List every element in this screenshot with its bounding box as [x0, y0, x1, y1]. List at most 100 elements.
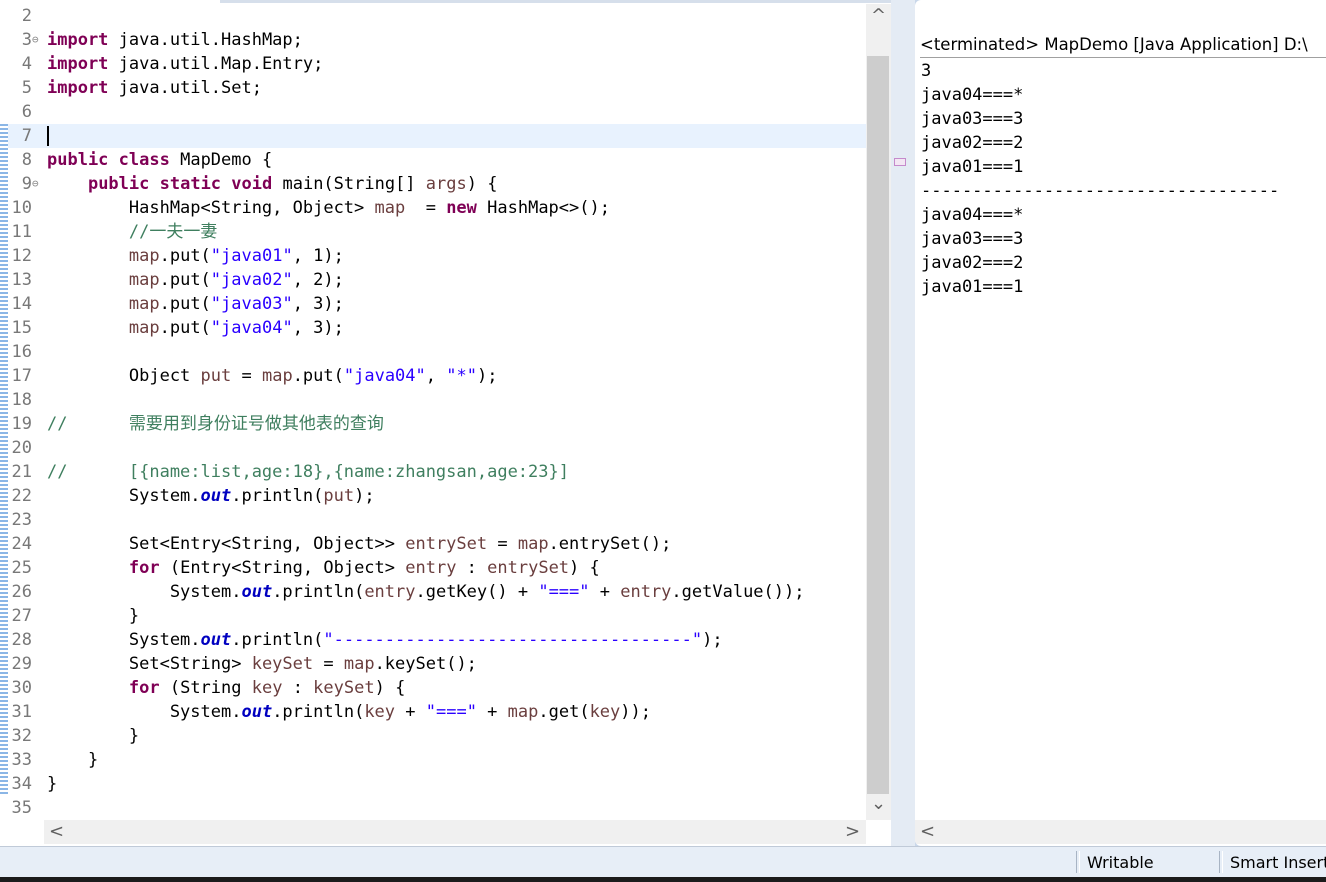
code-token: .println( — [231, 630, 324, 650]
console-view[interactable]: <terminated> MapDemo [Java Application] … — [915, 0, 1326, 846]
scroll-left-icon[interactable]: < — [915, 822, 940, 842]
code-token: .put( — [159, 294, 211, 314]
code-line[interactable]: } — [47, 748, 98, 772]
status-insert-mode: Smart Insert — [1230, 853, 1326, 872]
code-token: public — [47, 150, 109, 170]
code-token: map — [343, 654, 375, 674]
status-writable: Writable — [1087, 853, 1154, 872]
code-token: (Entry<String, Object> — [159, 558, 406, 578]
code-token: + — [476, 702, 508, 722]
code-line[interactable]: // [{name:list,age:18},{name:zhangsan,ag… — [47, 460, 569, 484]
code-token: System. — [47, 486, 201, 506]
line-number: 21 — [11, 462, 32, 482]
code-token: ); — [702, 630, 723, 650]
line-number: 3 — [21, 30, 32, 50]
code-line[interactable]: } — [47, 724, 139, 748]
code-line[interactable]: Set<String> keySet = map.keySet(); — [47, 652, 477, 676]
console-line: 3 — [921, 61, 932, 81]
code-token: put — [323, 486, 355, 506]
code-token: )); — [620, 702, 651, 722]
code-token: new — [446, 198, 477, 218]
code-line[interactable]: import java.util.Map.Entry; — [47, 52, 323, 76]
code-token: ) { — [569, 558, 600, 578]
code-token: .println( — [231, 486, 324, 506]
code-line[interactable]: System.out.println(key + "===" + map.get… — [47, 700, 651, 724]
code-token: java.util.Map.Entry; — [108, 54, 324, 74]
overview-marker — [894, 158, 906, 166]
code-line[interactable]: System.out.println(entry.getKey() + "===… — [47, 580, 805, 604]
code-token: "java02" — [210, 270, 293, 290]
code-token: import — [47, 30, 109, 50]
code-line[interactable]: Set<Entry<String, Object>> entrySet = ma… — [47, 532, 672, 556]
line-number: 28 — [11, 630, 32, 650]
code-line[interactable]: public class MapDemo { — [47, 148, 272, 172]
code-line[interactable]: // 需要用到身份证号做其他表的查询 — [47, 412, 384, 436]
code-line[interactable]: System.out.println(put); — [47, 484, 375, 508]
code-token: ) { — [466, 174, 498, 194]
code-token: for — [128, 558, 160, 578]
line-number: 12 — [11, 246, 32, 266]
code-token: "java03" — [210, 294, 293, 314]
code-line[interactable]: } — [47, 772, 57, 796]
code-token: } — [47, 774, 58, 794]
code-line[interactable]: map.put("java02", 2); — [47, 268, 344, 292]
code-token: ); — [354, 486, 375, 506]
console-horizontal-scrollbar[interactable]: < — [915, 820, 1326, 844]
code-token: , — [425, 366, 447, 386]
editor-horizontal-scrollbar[interactable]: < > — [44, 820, 866, 844]
code-line[interactable]: } — [47, 604, 139, 628]
scrollbar-thumb[interactable] — [867, 56, 889, 794]
code-token: .println( — [272, 582, 365, 602]
code-line[interactable]: map.put("java03", 3); — [47, 292, 344, 316]
code-token: entry — [620, 582, 672, 602]
line-number: 31 — [11, 702, 32, 722]
code-line[interactable]: System.out.println("--------------------… — [47, 628, 723, 652]
code-token: , 3); — [292, 318, 344, 338]
code-token: HashMap<String, Object> — [47, 198, 375, 218]
code-line[interactable]: map.put("java01", 1); — [47, 244, 344, 268]
code-token: "java01" — [210, 246, 293, 266]
code-line[interactable]: for (Entry<String, Object> entry : entry… — [47, 556, 600, 580]
fold-toggle-icon[interactable]: ⊖ — [32, 172, 42, 196]
code-token: static — [159, 174, 222, 194]
code-line[interactable]: import java.util.Set; — [47, 76, 262, 100]
line-number: 13 — [11, 270, 32, 290]
console-line: java04===* — [921, 85, 1024, 105]
code-line[interactable]: HashMap<String, Object> map = new HashMa… — [47, 196, 610, 220]
code-token: Set<Entry<String, Object>> — [47, 534, 406, 554]
code-token: public — [87, 174, 150, 194]
pane-splitter[interactable] — [891, 0, 915, 846]
line-number: 2 — [21, 6, 32, 26]
code-line[interactable]: //一夫一妻 — [47, 220, 217, 244]
editor-vertical-scrollbar[interactable]: ^ ⌄ — [866, 4, 891, 820]
code-token: "java04" — [343, 366, 426, 386]
console-line: java03===3 — [921, 109, 1024, 129]
code-line[interactable]: public static void main(String[] args) { — [47, 172, 498, 196]
scroll-up-icon[interactable]: ^ — [866, 6, 891, 26]
line-number: 10 — [11, 198, 32, 218]
code-token: java.util.HashMap; — [108, 30, 303, 50]
scroll-left-icon[interactable]: < — [44, 822, 69, 842]
code-line[interactable]: import java.util.HashMap; — [47, 28, 303, 52]
scroll-right-icon[interactable]: > — [840, 822, 865, 842]
fold-toggle-icon[interactable]: ⊖ — [32, 28, 42, 52]
code-line[interactable]: map.put("java04", 3); — [47, 316, 344, 340]
code-token: System. — [47, 702, 242, 722]
code-token: "java04" — [210, 318, 293, 338]
line-number: 14 — [11, 294, 32, 314]
code-token: } — [47, 750, 99, 770]
code-token: keySet — [313, 678, 375, 698]
code-editor[interactable]: 2 3 ⊖ 4 5 6 7 8 9 ⊖ 10 11 12 13 14 15 16 17 18 19 20 21 22 23 24… — [0, 0, 891, 846]
scroll-down-icon[interactable]: ⌄ — [866, 794, 891, 814]
line-number: 15 — [11, 318, 32, 338]
line-number: 34 — [11, 774, 32, 794]
code-token: Set<String> — [47, 654, 252, 674]
code-line[interactable]: for (String key : keySet) { — [47, 676, 405, 700]
code-line[interactable]: Object put = map.put("java04", "*"); — [47, 364, 498, 388]
